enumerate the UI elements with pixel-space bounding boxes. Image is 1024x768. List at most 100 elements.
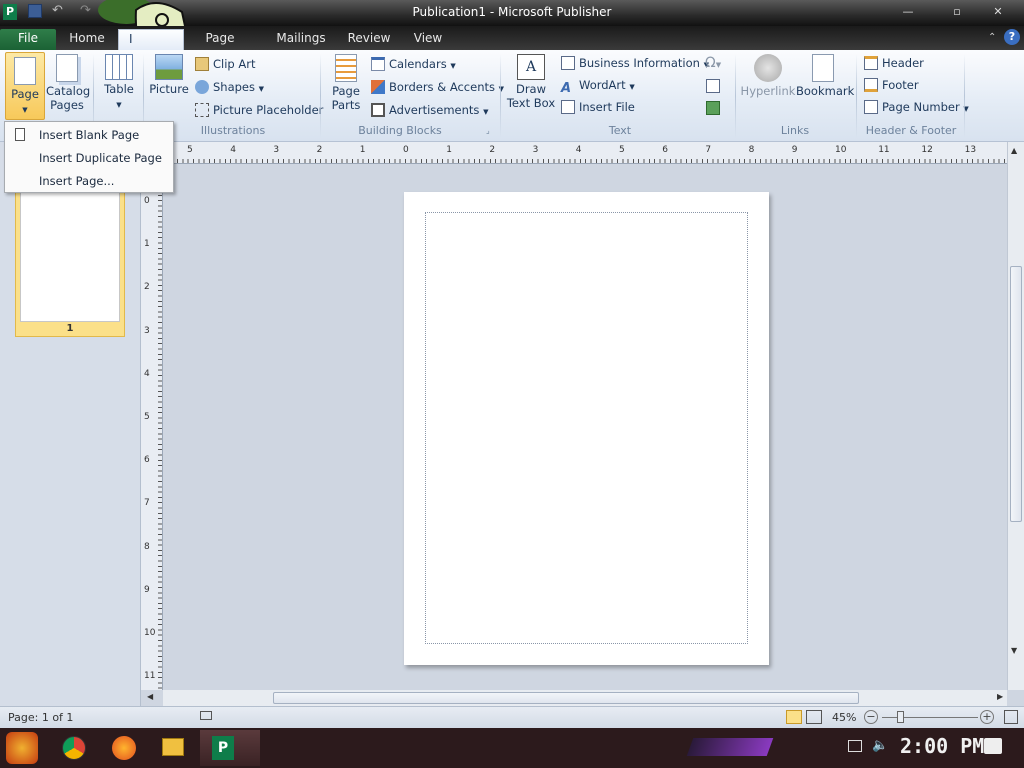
clip-art-icon	[195, 57, 209, 71]
symbol-icon: Ω	[705, 55, 716, 71]
insert-file-button[interactable]: Insert File	[561, 97, 635, 117]
chrome-icon[interactable]	[62, 736, 86, 760]
footer-button[interactable]: Footer	[864, 75, 919, 95]
taskbar-deco	[686, 738, 774, 756]
ruler-number: 5	[619, 145, 625, 155]
ruler-number: 2	[144, 282, 150, 293]
tab-view[interactable]: View	[404, 29, 452, 50]
borders-accents-button[interactable]: Borders & Accents ▼	[371, 77, 504, 97]
ruler-number: 3	[144, 325, 150, 336]
clock[interactable]: 2:00 PM	[900, 734, 984, 758]
volume-icon[interactable]: 🔈	[872, 738, 888, 753]
picture-button[interactable]: Picture	[148, 54, 190, 96]
page-number-button[interactable]: Page Number ▼	[864, 97, 969, 117]
calendar-icon	[371, 57, 385, 71]
maximize-button[interactable]: ▫	[942, 6, 972, 20]
insert-blank-page-item[interactable]: Insert Blank Page	[5, 124, 173, 146]
thumbnail-number: 1	[66, 323, 74, 334]
ruler-number: 4	[230, 145, 236, 155]
object-position-icon	[200, 711, 212, 720]
blank-page-icon	[15, 128, 25, 141]
tab-page-design[interactable]: Page Design	[184, 29, 256, 64]
picture-icon	[155, 54, 183, 80]
tab-file[interactable]: File	[0, 29, 56, 50]
firefox-icon[interactable]	[112, 736, 136, 760]
publisher-taskbar-button[interactable]: P	[200, 730, 260, 766]
business-information-button[interactable]: Business Information ▼	[561, 53, 709, 73]
horizontal-scroll-thumb[interactable]	[273, 692, 859, 704]
scroll-down-arrow-icon[interactable]: ▼	[1011, 646, 1017, 655]
page-button[interactable]: Page ▼	[5, 52, 45, 120]
picture-placeholder-label: Picture Placeholder	[213, 103, 324, 117]
hyperlink-button[interactable]: Hyperlink	[740, 54, 796, 98]
ruler-number: 7	[144, 498, 150, 509]
borders-accents-icon	[371, 80, 385, 94]
draw-text-box-button[interactable]: A Draw Text Box	[505, 54, 557, 110]
start-button[interactable]	[6, 732, 38, 764]
business-information-icon	[561, 56, 575, 70]
catalog-pages-button[interactable]: Catalog Pages	[46, 54, 90, 112]
page-count-status[interactable]: Page: 1 of 1	[8, 711, 73, 724]
shapes-icon	[195, 80, 209, 94]
vertical-scroll-thumb[interactable]	[1010, 266, 1022, 522]
page-dropdown-menu: Insert Blank Page Insert Duplicate Page …	[4, 121, 174, 193]
zoom-slider-thumb[interactable]	[897, 711, 904, 723]
page-number-icon	[864, 100, 878, 114]
two-page-view-icon[interactable]	[806, 710, 822, 724]
date-time-icon	[706, 79, 720, 93]
header-button[interactable]: Header	[864, 53, 924, 73]
building-blocks-group-label: Building Blocks	[358, 124, 442, 137]
tab-home[interactable]: Home	[60, 29, 114, 50]
symbol-button[interactable]: Ω▼	[705, 53, 721, 73]
file-explorer-icon[interactable]	[162, 738, 184, 756]
page-label: Page	[11, 87, 39, 101]
minimize-button[interactable]: —	[893, 6, 923, 20]
shapes-button[interactable]: Shapes ▼	[195, 77, 264, 97]
tab-review[interactable]: Review	[340, 29, 398, 50]
scroll-left-arrow-icon[interactable]: ◀	[147, 692, 153, 701]
clip-art-button[interactable]: Clip Art	[195, 54, 255, 74]
dialog-launcher-icon[interactable]: ⌟	[486, 126, 490, 135]
wordart-button[interactable]: A WordArt ▼	[561, 75, 635, 96]
notifications-icon[interactable]	[984, 738, 1002, 754]
tab-insert[interactable]: I	[118, 29, 184, 50]
help-icon[interactable]: ?	[1004, 29, 1020, 45]
date-time-button[interactable]	[706, 76, 724, 96]
advertisements-button[interactable]: Advertisements ▼	[371, 100, 488, 120]
ruler-number: 11	[878, 145, 890, 155]
horizontal-ruler[interactable]: 5 4 3 2 1 0 1 2 3 4 5 6 7 8 9 10 11 12 13	[141, 142, 1007, 164]
vertical-scrollbar[interactable]: ▲ ▼	[1007, 142, 1024, 690]
vertical-ruler[interactable]: 0 1 2 3 4 5 6 7 8 9 10 11	[141, 164, 163, 690]
page-parts-button[interactable]: Page Parts	[326, 54, 366, 112]
shapes-label: Shapes	[213, 80, 256, 94]
ruler-number: 2	[316, 145, 323, 155]
horizontal-scrollbar[interactable]: ◀ ▶	[147, 690, 1007, 706]
single-page-view-icon[interactable]	[786, 710, 802, 724]
bookmark-button[interactable]: Bookmark	[796, 54, 854, 98]
close-button[interactable]: ✕	[983, 6, 1013, 20]
clip-art-label: Clip Art	[213, 57, 256, 71]
margin-guides	[425, 212, 748, 644]
hyperlink-icon	[754, 54, 782, 82]
separator	[320, 54, 321, 138]
picture-placeholder-button[interactable]: Picture Placeholder	[195, 100, 323, 120]
tab-mailings[interactable]: Mailings	[270, 29, 332, 50]
insert-blank-page-label: Insert Blank Page	[39, 128, 140, 142]
network-icon[interactable]	[848, 740, 862, 752]
insert-object-button[interactable]	[706, 98, 724, 118]
zoom-in-icon[interactable]: +	[980, 710, 994, 724]
insert-duplicate-page-item[interactable]: Insert Duplicate Page	[5, 147, 173, 169]
insert-page-item[interactable]: Insert Page...	[5, 170, 173, 192]
table-button[interactable]: Table ▼	[100, 54, 138, 112]
separator	[964, 54, 965, 138]
zoom-level[interactable]: 45%	[832, 711, 856, 724]
zoom-out-icon[interactable]: −	[864, 710, 878, 724]
insert-page-label: Insert Page...	[39, 174, 115, 188]
collapse-ribbon-icon[interactable]: ⌃	[988, 32, 996, 43]
calendars-button[interactable]: Calendars ▼	[371, 54, 456, 74]
fit-page-icon[interactable]	[1004, 710, 1018, 724]
scroll-up-arrow-icon[interactable]: ▲	[1011, 146, 1017, 155]
ruler-number: 3	[273, 145, 280, 155]
header-icon	[864, 56, 878, 70]
scroll-right-arrow-icon[interactable]: ▶	[997, 692, 1003, 701]
